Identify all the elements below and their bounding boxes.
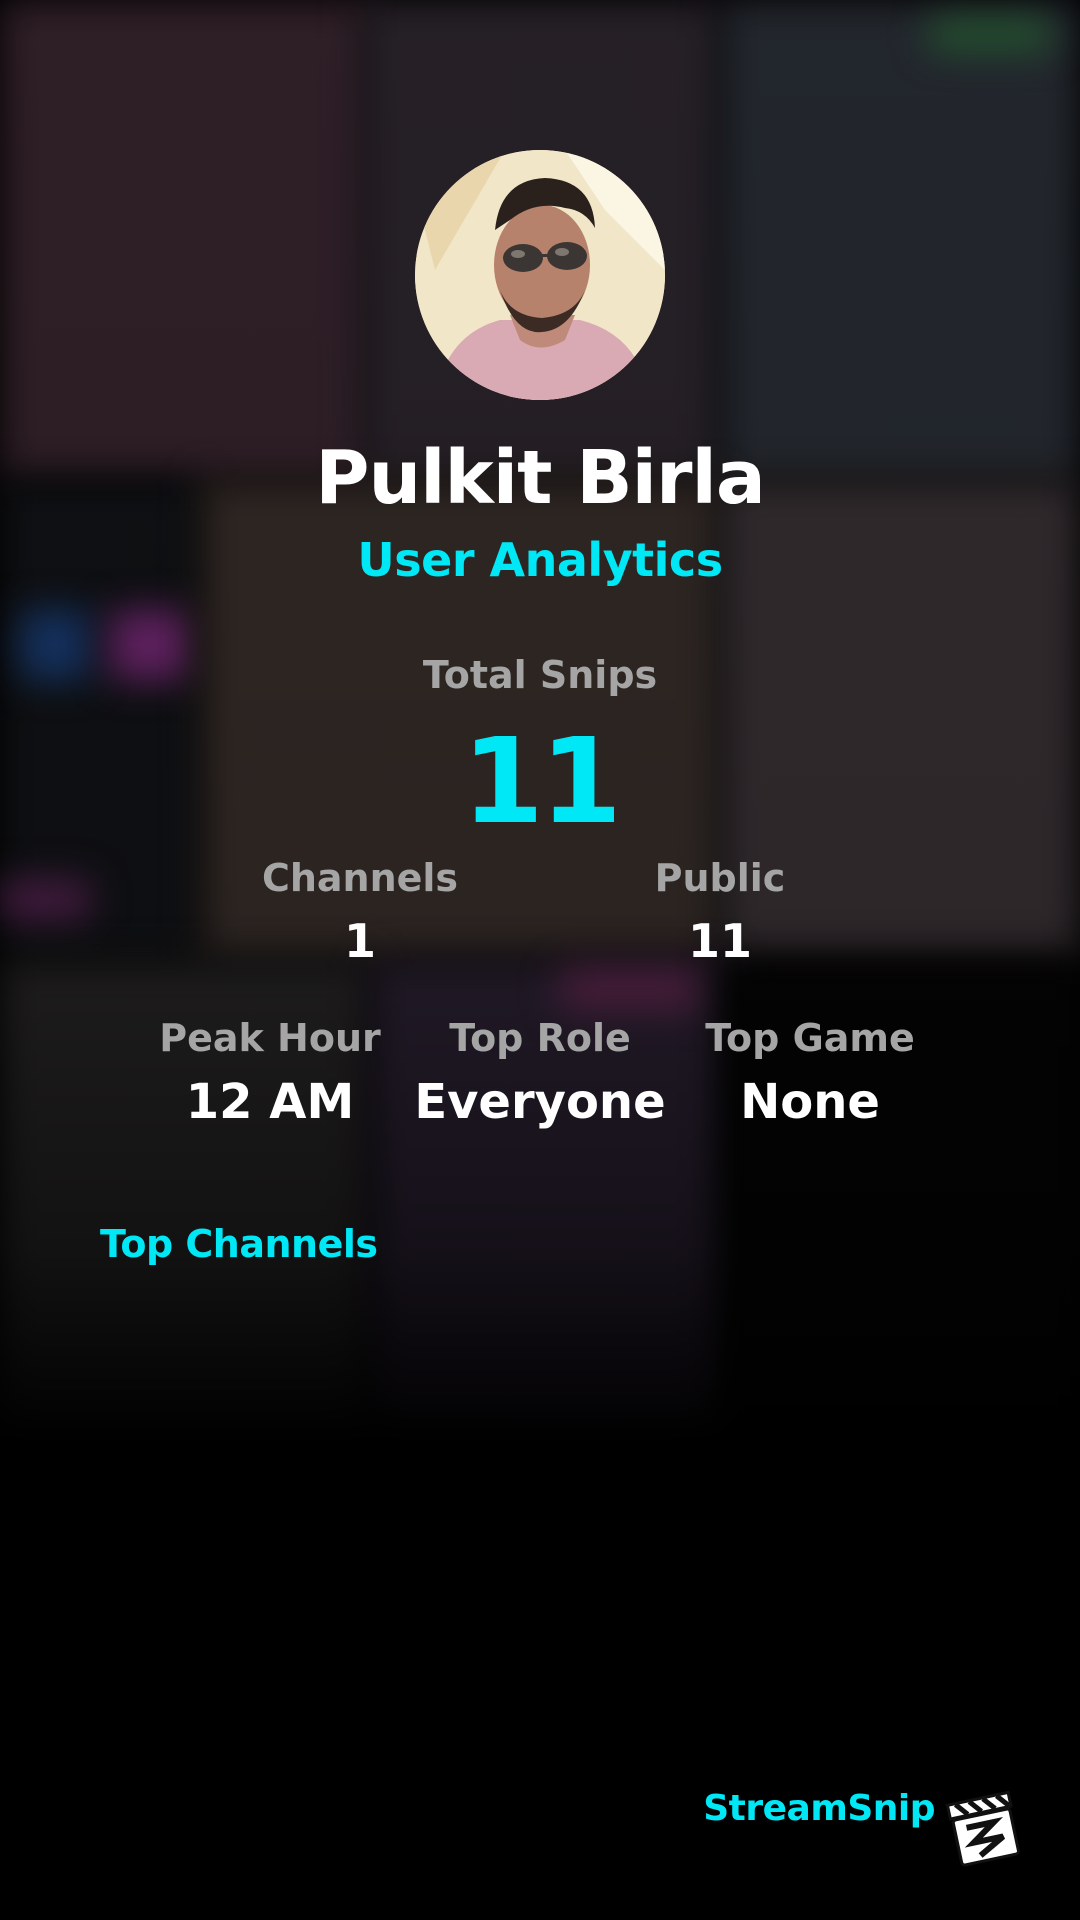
total-snips-label: Total Snips [422,653,658,697]
clapperboard-icon [945,1788,1025,1868]
channels-label: Channels [261,856,459,900]
top-role-label: Top Role [449,1016,631,1060]
peak-hour-value: 12 AM [185,1074,355,1130]
public-value: 11 [687,914,752,968]
top-game-value: None [740,1074,880,1130]
brand-name: StreamSnip [703,1788,935,1829]
user-name: Pulkit Birla [315,435,766,521]
top-role-value: Everyone [414,1074,666,1130]
page-subtitle: User Analytics [357,533,723,587]
peak-hour-label: Peak Hour [159,1016,381,1060]
top-game-label: Top Game [705,1016,915,1060]
analytics-card: Pulkit Birla User Analytics Total Snips … [0,0,1080,1920]
top-channels-title: Top Channels [100,1222,378,1266]
public-label: Public [654,856,786,900]
channels-value: 1 [343,914,376,968]
avatar-photo [415,150,665,400]
total-snips-value: 11 [461,712,622,850]
avatar [415,150,665,400]
